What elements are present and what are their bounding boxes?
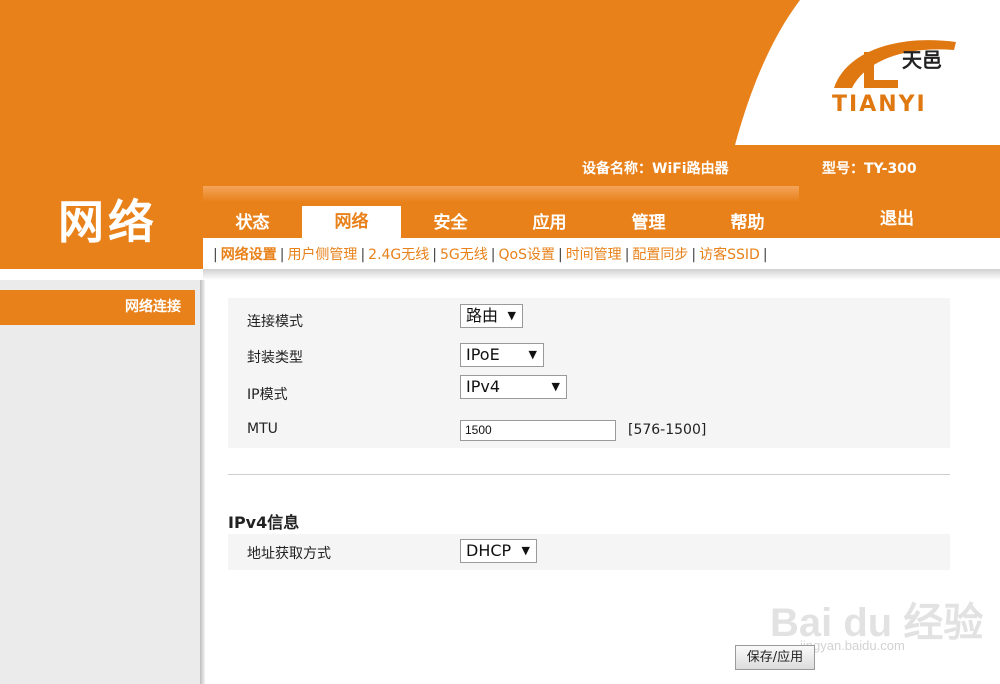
subnav-separator: | [557,247,563,263]
ip-mode-select[interactable]: IPv4 ▼ [460,375,567,399]
brand-cn: 天邑 [902,48,942,72]
subnav-separator: | [213,247,218,263]
ip-mode-value: IPv4 [466,377,501,396]
subnav-qos[interactable]: QoS设置 [498,247,554,263]
subnav-wifi-5g[interactable]: 5G无线 [440,247,488,263]
subnav-separator: | [691,247,697,263]
tab-security[interactable]: 安全 [401,208,500,238]
subnav-config-sync[interactable]: 配置同步 [632,247,688,263]
mtu-input[interactable]: 1500 [460,420,616,441]
subnav-separator: | [360,247,366,263]
address-mode-value: DHCP [466,541,512,560]
subnav-guest-ssid[interactable]: 访客SSID [699,247,760,263]
encapsulation-select[interactable]: IPoE ▼ [460,343,544,367]
tab-network[interactable]: 网络 [302,206,401,238]
mtu-range: [576-1500] [628,422,707,438]
connection-mode-label: 连接模式 [247,314,303,330]
ip-mode-label: IP模式 [247,387,288,403]
sidebar [0,280,200,684]
subnav-network-settings[interactable]: 网络设置 [221,247,277,263]
content-top-shadow [203,269,1000,280]
subnav-time[interactable]: 时间管理 [566,247,622,263]
tab-help[interactable]: 帮助 [698,208,797,238]
subnav-separator: | [624,247,630,263]
subnav-user-side[interactable]: 用户侧管理 [287,247,357,263]
sub-nav: | 网络设置 | 用户侧管理 | 2.4G无线 | 5G无线 | QoS设置 | 时间管理 | 配置同步 |… [210,244,771,264]
logout-button[interactable]: 退出 [880,204,914,229]
watermark-url: jingyan.baidu.com [800,638,905,653]
encapsulation-value: IPoE [466,345,500,364]
subnav-wifi-24g[interactable]: 2.4G无线 [368,247,429,263]
chevron-down-icon: ▼ [521,544,530,557]
address-mode-label: 地址获取方式 [247,546,331,562]
ipv4-form [228,534,950,570]
tab-management[interactable]: 管理 [599,208,698,238]
ipv4-section-title: IPv4信息 [228,513,300,532]
brand-en: TIANYI [832,92,927,117]
address-mode-select[interactable]: DHCP ▼ [460,539,537,563]
main-tabs: 状态 网络 安全 应用 管理 帮助 [203,186,799,238]
mtu-label: MTU [247,421,278,437]
tab-application[interactable]: 应用 [500,208,599,238]
save-apply-button[interactable]: 保存/应用 [735,645,815,670]
subnav-separator: | [279,247,285,263]
connection-mode-select[interactable]: 路由 ▼ [460,304,523,328]
device-model: 型号：TY-300 [822,161,917,177]
subnav-separator: | [762,247,768,263]
chevron-down-icon: ▼ [528,348,537,361]
chevron-down-icon: ▼ [551,380,560,393]
chevron-down-icon: ▼ [507,309,516,322]
page-title: 网络 [58,195,158,249]
subnav-separator: | [432,247,437,263]
tab-status[interactable]: 状态 [203,208,302,238]
subnav-separator: | [490,247,496,263]
top-banner: 天邑 TIANYI [0,0,1000,145]
encapsulation-label: 封装类型 [247,350,303,366]
device-name: 设备名称：WiFi路由器 [582,161,729,177]
connection-mode-value: 路由 [466,306,499,325]
sidebar-item-network-connection[interactable]: 网络连接 [0,290,195,325]
section-divider [228,474,950,475]
